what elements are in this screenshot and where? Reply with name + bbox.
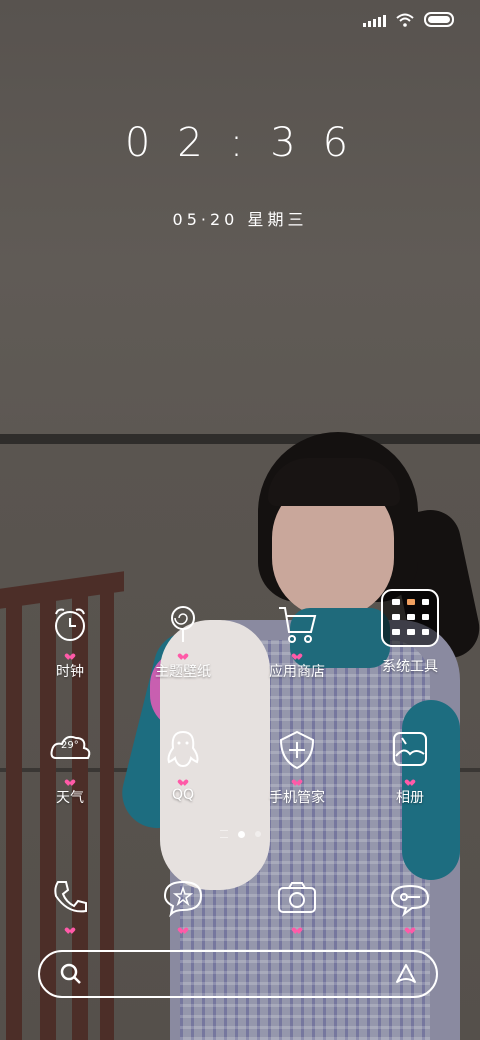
- app-themes[interactable]: 主题壁纸: [128, 602, 238, 681]
- camera-icon: [275, 876, 319, 920]
- dock-messages[interactable]: [128, 876, 238, 931]
- weather-cloud-icon: 29°: [48, 728, 92, 772]
- page-dot-1[interactable]: [237, 830, 245, 838]
- badge-heart: [294, 777, 300, 783]
- app-store[interactable]: 应用商店: [242, 602, 352, 681]
- shopping-cart-icon: [275, 602, 319, 646]
- shield-plus-icon: [275, 728, 319, 772]
- app-qq[interactable]: QQ: [128, 728, 238, 803]
- phone-icon: [48, 876, 92, 920]
- search-icon[interactable]: [60, 963, 82, 985]
- app-label: 天气: [56, 790, 84, 806]
- page-dot-2[interactable]: [254, 831, 261, 837]
- app-label: 相册: [396, 790, 424, 806]
- dock-camera[interactable]: [242, 876, 352, 931]
- app-system-tools[interactable]: 系统工具: [355, 586, 465, 676]
- badge-heart: [67, 925, 73, 931]
- dock-browser[interactable]: [355, 876, 465, 931]
- app-gallery[interactable]: 相册: [355, 728, 465, 807]
- weather-temp: 29°: [61, 740, 79, 751]
- badge-heart: [180, 925, 186, 931]
- assistant-icon[interactable]: [394, 962, 418, 986]
- app-label: 系统工具: [382, 659, 438, 675]
- app-weather[interactable]: 29° 天气: [15, 728, 125, 807]
- gallery-icon: [388, 728, 432, 772]
- lollipop-icon: [161, 602, 205, 646]
- badge-heart: [67, 777, 73, 783]
- wifi-icon: [396, 13, 414, 27]
- app-label: 主题壁纸: [155, 664, 211, 680]
- battery-icon: [424, 12, 454, 27]
- browser-bubble-icon: [388, 876, 432, 920]
- badge-heart: [180, 651, 186, 657]
- app-label: 时钟: [56, 664, 84, 680]
- badge-heart: [67, 651, 73, 657]
- badge-heart: [407, 925, 413, 931]
- penguin-icon: [161, 728, 205, 772]
- lock-clock: 02:36: [124, 120, 376, 166]
- search-bar[interactable]: [38, 950, 438, 998]
- dock-phone[interactable]: [15, 876, 125, 931]
- signal-bars-icon: [363, 13, 386, 27]
- badge-heart: [407, 777, 413, 783]
- app-clock[interactable]: 时钟: [15, 602, 125, 681]
- app-label: 手机管家: [269, 790, 325, 806]
- app-label: 应用商店: [269, 664, 325, 680]
- message-star-icon: [161, 876, 205, 920]
- lock-date: 05·20 星期三: [172, 210, 308, 229]
- app-security[interactable]: 手机管家: [242, 728, 352, 807]
- alarm-clock-icon: [48, 602, 92, 646]
- status-bar: [363, 12, 454, 27]
- badge-heart: [294, 925, 300, 931]
- badge-heart: [294, 651, 300, 657]
- page-indicator[interactable]: [0, 830, 480, 838]
- badge-heart: [180, 777, 186, 783]
- app-label: QQ: [171, 787, 195, 803]
- page-list-icon[interactable]: [219, 830, 228, 838]
- tools-folder-icon: [378, 586, 442, 650]
